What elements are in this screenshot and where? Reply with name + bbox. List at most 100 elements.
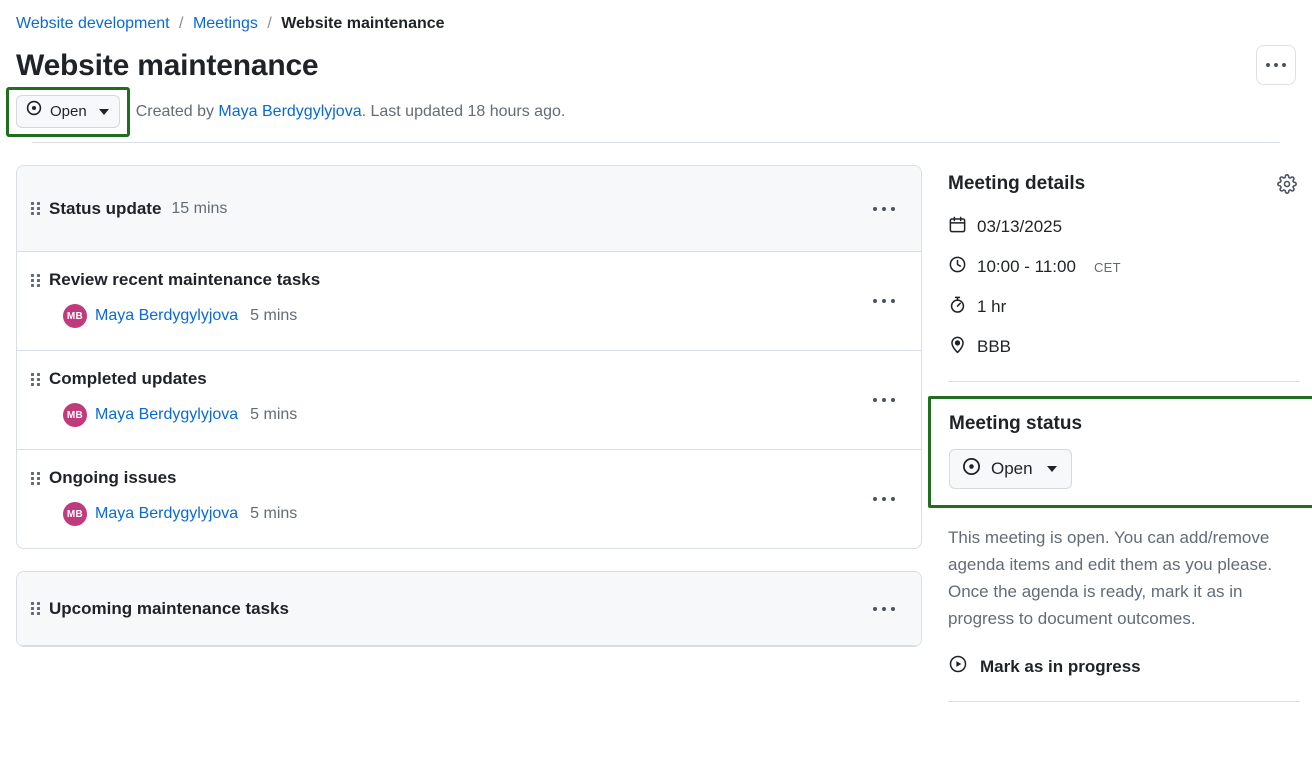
agenda-item-duration: 5 mins: [250, 505, 298, 522]
kebab-dot-icon: [891, 497, 895, 501]
kebab-dot-icon: [882, 398, 886, 402]
meeting-time-value: 10:00 - 11:00: [977, 257, 1076, 276]
agenda-item-more-options[interactable]: [867, 392, 901, 408]
agenda-item: Ongoing issues MB Maya Berdygylyjova 5 m…: [17, 450, 921, 548]
mark-as-in-progress-label: Mark as in progress: [980, 656, 1141, 676]
kebab-dot-icon: [873, 398, 877, 402]
header-divider: [32, 142, 1280, 143]
agenda-item: Completed updates MB Maya Berdygylyjova …: [17, 351, 921, 450]
sidebar: Meeting details 03/13/2025 10:00 - 11:00…: [928, 165, 1312, 702]
agenda-item-assignee: MB Maya Berdygylyjova 5 mins: [63, 502, 903, 526]
meta-updated-label: . Last updated 18 hours ago.: [361, 103, 566, 120]
kebab-dot-icon: [891, 606, 895, 611]
sidebar-divider: [948, 701, 1300, 702]
agenda-item-duration: 5 mins: [250, 406, 298, 423]
kebab-dot-icon: [1274, 63, 1278, 67]
agenda-item-title: Completed updates: [49, 369, 207, 388]
kebab-dot-icon: [882, 497, 886, 501]
agenda-section-more-options[interactable]: [867, 201, 901, 217]
breadcrumb-item-website-development[interactable]: Website development: [16, 15, 170, 32]
kebab-dot-icon: [873, 206, 877, 211]
kebab-dot-icon: [1282, 63, 1286, 67]
page-more-options-button[interactable]: [1256, 45, 1296, 85]
kebab-dot-icon: [882, 299, 886, 303]
avatar: MB: [63, 502, 87, 526]
agenda-item-assignee: MB Maya Berdygylyjova 5 mins: [63, 304, 903, 328]
kebab-dot-icon: [873, 299, 877, 303]
meeting-location-value: BBB: [977, 337, 1012, 356]
agenda-item-assignee: MB Maya Berdygylyjova 5 mins: [63, 403, 903, 427]
meeting-detail-date: 03/13/2025: [948, 215, 1300, 239]
assignee-link[interactable]: Maya Berdygylyjova: [95, 406, 238, 424]
sidebar-divider: [948, 381, 1300, 382]
breadcrumb-item-current: Website maintenance: [281, 15, 445, 32]
meeting-status-highlight-ring: Meeting status Open: [928, 396, 1312, 508]
meeting-duration-value: 1 hr: [977, 297, 1007, 316]
meta-author-link[interactable]: Maya Berdygylyjova: [218, 103, 361, 120]
meeting-timezone-value: CET: [1093, 259, 1121, 275]
gear-icon[interactable]: [1274, 171, 1300, 197]
assignee-link[interactable]: Maya Berdygylyjova: [95, 505, 238, 523]
meeting-detail-duration: 1 hr: [948, 295, 1300, 319]
agenda-column: Status update 15 mins Review recent main…: [16, 165, 922, 669]
meeting-date-value: 03/13/2025: [977, 217, 1063, 236]
agenda-section-header: Upcoming maintenance tasks: [17, 572, 921, 646]
meeting-status-description: This meeting is open. You can add/remove…: [948, 528, 1273, 628]
agenda-item-title: Ongoing issues: [49, 468, 177, 487]
meeting-status-button-sidebar[interactable]: Open: [949, 449, 1072, 489]
kebab-dot-icon: [891, 206, 895, 211]
drag-handle-icon[interactable]: [31, 602, 41, 615]
meeting-detail-location: BBB: [948, 335, 1300, 359]
kebab-dot-icon: [882, 206, 886, 211]
assignee-link[interactable]: Maya Berdygylyjova: [95, 307, 238, 325]
issue-open-circle-icon: [962, 457, 981, 481]
agenda-section-title: Upcoming maintenance tasks: [49, 598, 289, 618]
drag-handle-icon[interactable]: [31, 273, 41, 287]
status-highlight-ring: Open: [6, 87, 130, 137]
kebab-dot-icon: [891, 398, 895, 402]
drag-handle-icon[interactable]: [31, 202, 41, 215]
kebab-dot-icon: [882, 606, 886, 611]
clock-icon: [948, 255, 967, 279]
mark-as-in-progress-action[interactable]: Mark as in progress: [948, 654, 1300, 679]
agenda-section-more-options[interactable]: [867, 601, 901, 617]
issue-open-circle-icon: [26, 100, 42, 123]
meeting-status-title: Meeting status: [949, 413, 1083, 434]
agenda-item-duration: 5 mins: [250, 307, 298, 324]
kebab-dot-icon: [873, 497, 877, 501]
agenda-item-title: Review recent maintenance tasks: [49, 270, 321, 289]
meeting-detail-time: 10:00 - 11:00 CET: [948, 255, 1300, 279]
meeting-status-label-header: Open: [50, 102, 87, 120]
page-meta-text: Created by Maya Berdygylyjova. Last upda…: [136, 100, 566, 124]
drag-handle-icon[interactable]: [31, 372, 41, 386]
breadcrumb-item-meetings[interactable]: Meetings: [193, 15, 258, 32]
meeting-status-label-sidebar: Open: [991, 459, 1033, 478]
meeting-details-header: Meeting details: [948, 171, 1300, 197]
breadcrumb-separator: /: [179, 15, 184, 32]
agenda-section-card: Upcoming maintenance tasks: [16, 571, 922, 647]
page-header: Website development / Meetings / Website…: [0, 0, 1312, 143]
content-area: Status update 15 mins Review recent main…: [0, 143, 1312, 702]
agenda-item-more-options[interactable]: [867, 491, 901, 507]
chevron-down-icon: [1046, 466, 1057, 472]
agenda-section-title: Status update: [49, 198, 162, 218]
kebab-dot-icon: [1266, 63, 1270, 67]
avatar: MB: [63, 304, 87, 328]
stopwatch-icon: [948, 295, 967, 319]
agenda-item-more-options[interactable]: [867, 293, 901, 309]
chevron-down-icon: [98, 108, 109, 115]
location-pin-icon: [948, 335, 967, 359]
breadcrumb: Website development / Meetings / Website…: [16, 12, 1296, 36]
meta-created-by-label: Created by: [135, 103, 219, 120]
page-meta-row: Open Created by Maya Berdygylyjova. Last…: [6, 87, 1296, 137]
meeting-status-button-header[interactable]: Open: [16, 95, 120, 128]
kebab-dot-icon: [891, 299, 895, 303]
avatar: MB: [63, 403, 87, 427]
calendar-icon: [948, 215, 967, 239]
meeting-details-title: Meeting details: [948, 173, 1086, 194]
agenda-section-duration: 15 mins: [171, 199, 228, 217]
page-title: Website maintenance: [16, 49, 319, 82]
drag-handle-icon[interactable]: [31, 471, 41, 485]
breadcrumb-separator: /: [267, 15, 272, 32]
agenda-section-header: Status update 15 mins: [17, 166, 921, 252]
